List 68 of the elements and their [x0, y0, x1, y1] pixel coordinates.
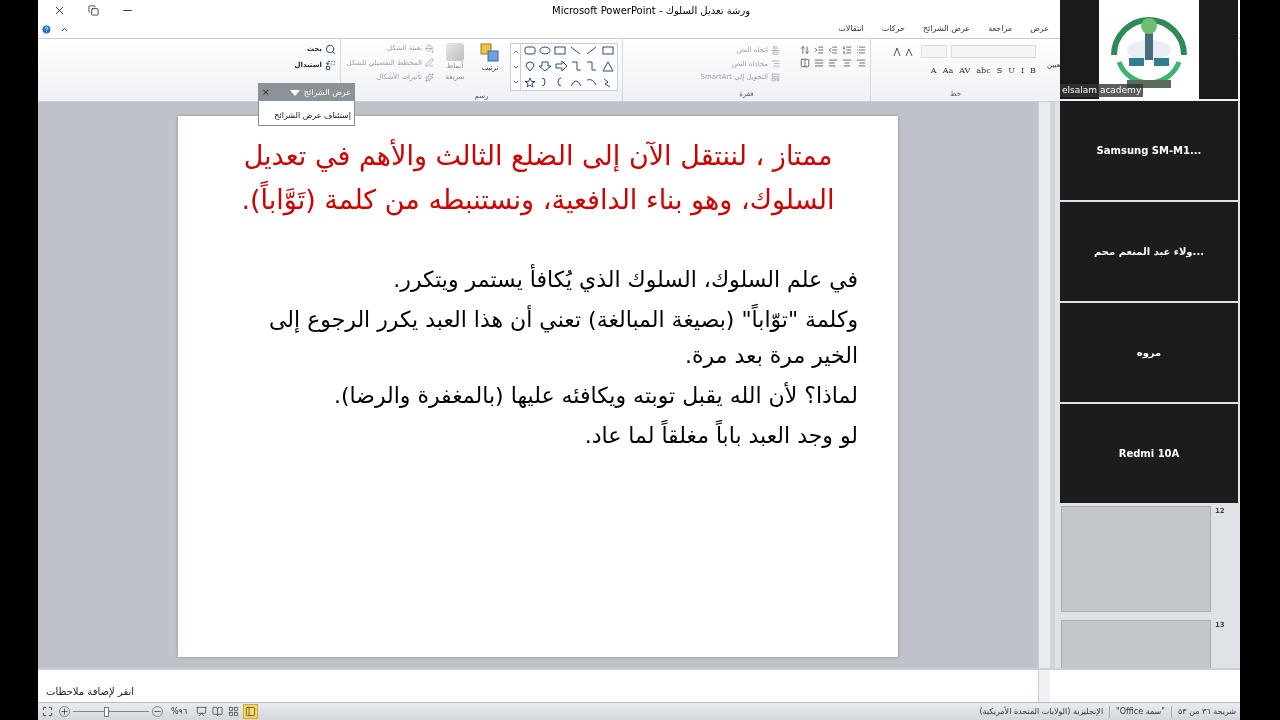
- dropdown-icon[interactable]: [289, 89, 300, 96]
- indent-decrease-icon[interactable]: [828, 45, 838, 55]
- window-title: ورشة تعديل السلوك - Microsoft PowerPoint: [552, 4, 751, 18]
- help-icon[interactable]: [41, 23, 52, 35]
- slide-paragraph: لماذا؟ لأن الله يقبل توبته ويكافئه عليها (بالمغفرة والرضا).: [332, 381, 858, 410]
- participant-name: Redmi 10A: [1118, 447, 1180, 461]
- ribbon-tab[interactable]: عرض الشرائح: [919, 23, 974, 35]
- indent-increase-icon[interactable]: [814, 45, 824, 55]
- close-button[interactable]: ×: [262, 85, 270, 100]
- ribbon-tab[interactable]: عرض: [1027, 23, 1052, 35]
- align-right-icon[interactable]: [856, 58, 866, 68]
- font-format-button[interactable]: abc: [976, 65, 991, 77]
- scrollbar[interactable]: [1038, 670, 1050, 702]
- zoom-level: %٩٦: [171, 705, 188, 718]
- zoom-slider[interactable]: [73, 705, 149, 718]
- command-icon: [771, 45, 780, 55]
- font-format-button[interactable]: U: [1008, 65, 1015, 77]
- command-icon: [771, 72, 780, 82]
- participant-name: Samsung SM-M1...: [1096, 144, 1202, 158]
- view-button[interactable]: [195, 704, 209, 719]
- participant-name: ولاء عبد المنعم محم...: [1094, 245, 1204, 259]
- slide-paragraph: لو وجد العبد باباً مغلقاً لما عاد.: [258, 418, 858, 454]
- zoom-in-icon[interactable]: [59, 706, 70, 717]
- view-button[interactable]: [211, 704, 225, 719]
- quick-styles-icon: [446, 43, 464, 61]
- theme-name: "سمة Office": [1116, 705, 1165, 718]
- line-spacing-icon[interactable]: [800, 45, 810, 55]
- font-format-button[interactable]: A: [930, 65, 937, 77]
- slide-counter: شريحة ٣٦ من ٥٣: [1178, 705, 1236, 718]
- participant-name: elsalam academy: [1060, 83, 1144, 97]
- arrange-icon: [480, 43, 500, 63]
- font-format-button[interactable]: S: [996, 65, 1003, 77]
- font-format-button[interactable]: B: [1030, 65, 1036, 77]
- columns-icon[interactable]: [800, 58, 810, 68]
- font-name-field[interactable]: [951, 45, 1036, 58]
- scroll-down-icon[interactable]: [511, 63, 520, 71]
- slide-title: ممتاز ، لننتقل الآن إلى الضلع الثالث والأهم في تعديل السلوك، وهو بناء الدافعية، ونستنبطه من كلمة (تَوَّاباً).: [240, 138, 836, 218]
- language: الإنجليزية (الولايات المتحدة الأمريكية): [979, 705, 1104, 718]
- restore-icon[interactable]: [88, 4, 99, 16]
- view-button[interactable]: [243, 704, 259, 719]
- notes-placeholder[interactable]: انقر لإضافة ملاحظات: [46, 686, 135, 697]
- numbering-icon[interactable]: [842, 45, 852, 55]
- command-icon: [425, 58, 434, 68]
- font-format-button[interactable]: I: [1020, 65, 1025, 77]
- fit-icon[interactable]: [42, 706, 53, 717]
- slide-thumbnail[interactable]: [1061, 506, 1211, 612]
- participant-name: مروه: [1136, 346, 1162, 360]
- font-format-button[interactable]: AV: [959, 65, 971, 77]
- bullets-icon[interactable]: [856, 45, 866, 55]
- scrollbar[interactable]: [1038, 102, 1050, 668]
- command-icon: [425, 43, 434, 53]
- zoom-thumb[interactable]: [104, 706, 110, 717]
- ribbon-tab[interactable]: مراجعة: [985, 23, 1016, 35]
- command-icon: [771, 59, 780, 69]
- justify-icon[interactable]: [814, 58, 824, 68]
- resume-slideshow-item[interactable]: إستئناف عرض الشرائح: [259, 107, 354, 125]
- popup-title: عرض الشرائح: [303, 86, 351, 99]
- slide-paragraph: في علم السلوك، السلوك الذي يُكافأ يستمر ويتكرر.: [258, 262, 858, 298]
- ribbon-tab[interactable]: انتقالات: [835, 23, 867, 35]
- view-button[interactable]: [227, 704, 241, 719]
- align-left-icon[interactable]: [828, 58, 838, 68]
- font-format-button[interactable]: Aa: [942, 65, 954, 77]
- command-icon: [425, 72, 434, 82]
- ribbon-tab[interactable]: حركات: [878, 23, 908, 35]
- font-size-field[interactable]: [921, 45, 947, 58]
- slide-paragraph: وكلمة "توّاباً" (بصيغة المبالغة) تعني أن هذا العبد يكرر الرجوع إلى الخير مرة بعد مرة.: [258, 302, 858, 374]
- replace-icon: [325, 60, 336, 71]
- align-center-icon[interactable]: [842, 58, 852, 68]
